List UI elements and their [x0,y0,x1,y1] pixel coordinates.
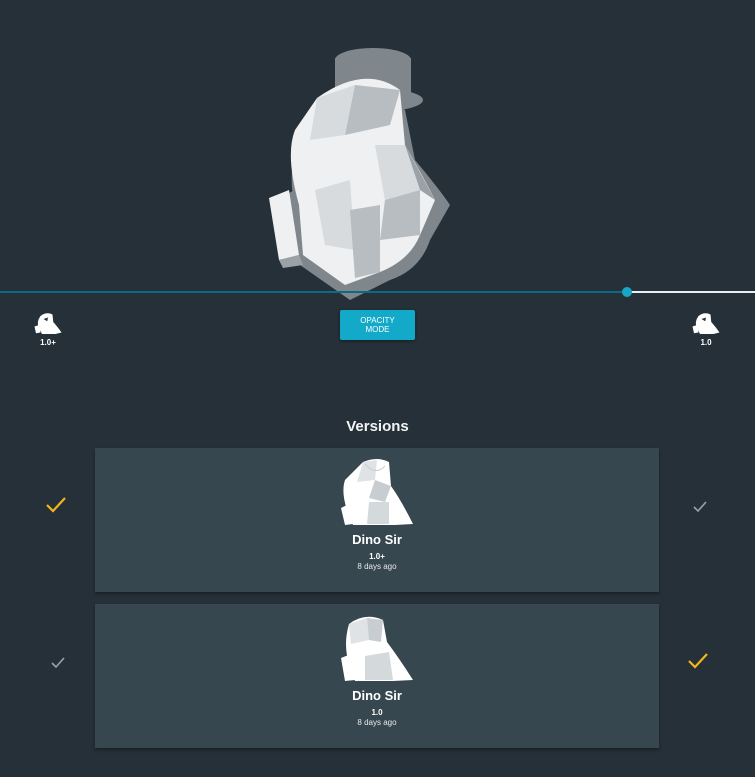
version-name: Dino Sir [352,532,402,547]
dino-icon [341,616,413,681]
right-select-check-icon[interactable] [688,495,712,519]
right-version-thumbnail[interactable]: 1.0 [689,310,723,350]
opacity-slider-track-remaining[interactable] [627,291,755,293]
version-number: 1.0 [371,708,383,717]
opacity-mode-button[interactable]: OPACITY MODE [340,310,415,340]
dino-icon [692,313,720,334]
left-version-label: 1.0+ [40,338,56,347]
model-viewer[interactable]: OPACITY MODE 1.0+ 1.0 [0,0,755,390]
left-version-thumbnail[interactable]: 1.0+ [31,310,65,350]
left-select-check-icon[interactable] [46,651,70,675]
opacity-slider-handle[interactable] [622,287,632,297]
dino-icon [341,459,413,525]
left-select-check-icon[interactable] [44,493,68,517]
dino-icon [34,313,62,334]
version-card[interactable]: Dino Sir 1.0 8 days ago [95,604,659,748]
versions-heading: Versions [346,418,409,435]
opacity-slider-track-filled[interactable] [0,291,627,293]
version-date: 8 days ago [357,562,397,571]
version-card[interactable]: Dino Sir 1.0+ 8 days ago [95,448,659,592]
version-date: 8 days ago [357,718,397,727]
version-name: Dino Sir [352,688,402,703]
right-select-check-icon[interactable] [686,649,710,673]
right-version-label: 1.0 [700,338,712,347]
dino-model-icon [269,48,450,300]
version-number: 1.0+ [369,552,385,561]
